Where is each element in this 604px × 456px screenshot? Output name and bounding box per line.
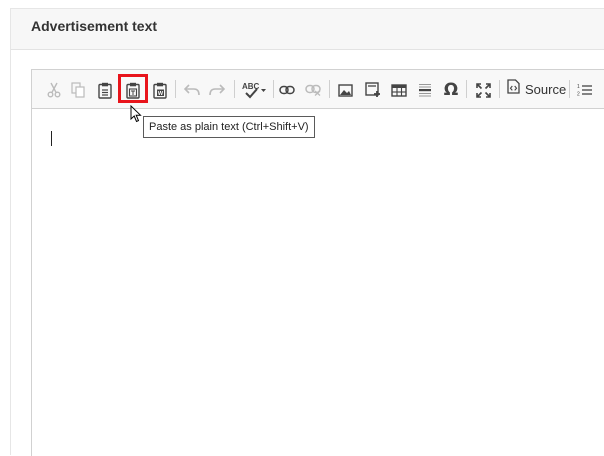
link-icon bbox=[279, 85, 295, 95]
svg-text:W: W bbox=[158, 90, 164, 96]
table-button[interactable] bbox=[389, 80, 409, 100]
panel-title: Advertisement text bbox=[31, 18, 158, 34]
maximize-button[interactable] bbox=[473, 80, 493, 100]
svg-text:2: 2 bbox=[577, 92, 580, 98]
source-icon bbox=[507, 79, 520, 99]
redo-button[interactable] bbox=[207, 80, 227, 100]
copy-button[interactable] bbox=[68, 80, 88, 100]
horizontal-line-button[interactable] bbox=[415, 80, 435, 100]
horizontal-line-icon bbox=[418, 83, 432, 97]
source-button[interactable]: Source bbox=[507, 79, 566, 99]
image-icon bbox=[337, 83, 353, 97]
highlight-annotation bbox=[118, 74, 148, 103]
toolbar-separator bbox=[175, 80, 176, 98]
paste-button[interactable] bbox=[95, 80, 115, 100]
copy-icon bbox=[71, 82, 85, 98]
cut-button[interactable] bbox=[44, 80, 64, 100]
maximize-icon bbox=[475, 82, 491, 98]
undo-button[interactable] bbox=[182, 80, 202, 100]
insert-media-icon bbox=[365, 82, 381, 98]
spellcheck-icon: ABC bbox=[242, 81, 268, 99]
redo-icon bbox=[209, 84, 225, 96]
image-button[interactable] bbox=[335, 80, 355, 100]
toolbar-separator bbox=[569, 80, 570, 98]
special-character-icon: Ω bbox=[443, 80, 459, 100]
source-label: Source bbox=[525, 81, 567, 97]
toolbar-separator bbox=[466, 80, 467, 98]
table-icon bbox=[391, 83, 407, 97]
unlink-icon bbox=[305, 84, 321, 96]
unlink-button[interactable] bbox=[303, 80, 323, 100]
cut-icon bbox=[47, 82, 61, 98]
paste-from-word-button[interactable]: W bbox=[150, 80, 170, 100]
toolbar-separator bbox=[329, 80, 330, 98]
insert-media-button[interactable] bbox=[363, 80, 383, 100]
link-button[interactable] bbox=[277, 80, 297, 100]
advertisement-panel: Advertisement text W ABC Ω Source 1 2 Pa… bbox=[10, 8, 604, 456]
svg-text:1: 1 bbox=[577, 84, 580, 90]
special-character-button[interactable]: Ω bbox=[441, 80, 461, 100]
undo-icon bbox=[184, 84, 200, 96]
editor-toolbar: W ABC Ω Source 1 2 Paste as plain text (… bbox=[32, 70, 604, 138]
numbered-list-button[interactable]: 1 2 bbox=[575, 80, 595, 100]
text-caret bbox=[51, 131, 52, 146]
numbered-list-icon: 1 2 bbox=[577, 83, 593, 97]
paste-from-word-icon: W bbox=[153, 82, 167, 99]
editor-content-area[interactable] bbox=[32, 109, 604, 456]
paste-icon bbox=[98, 82, 112, 99]
toolbar-separator bbox=[234, 80, 235, 98]
panel-header: Advertisement text bbox=[11, 9, 604, 50]
toolbar-separator bbox=[273, 80, 274, 98]
toolbar-separator bbox=[499, 80, 500, 98]
rich-text-editor: W ABC Ω Source 1 2 Paste as plain text (… bbox=[31, 69, 604, 456]
spellcheck-button[interactable]: ABC bbox=[241, 80, 269, 100]
